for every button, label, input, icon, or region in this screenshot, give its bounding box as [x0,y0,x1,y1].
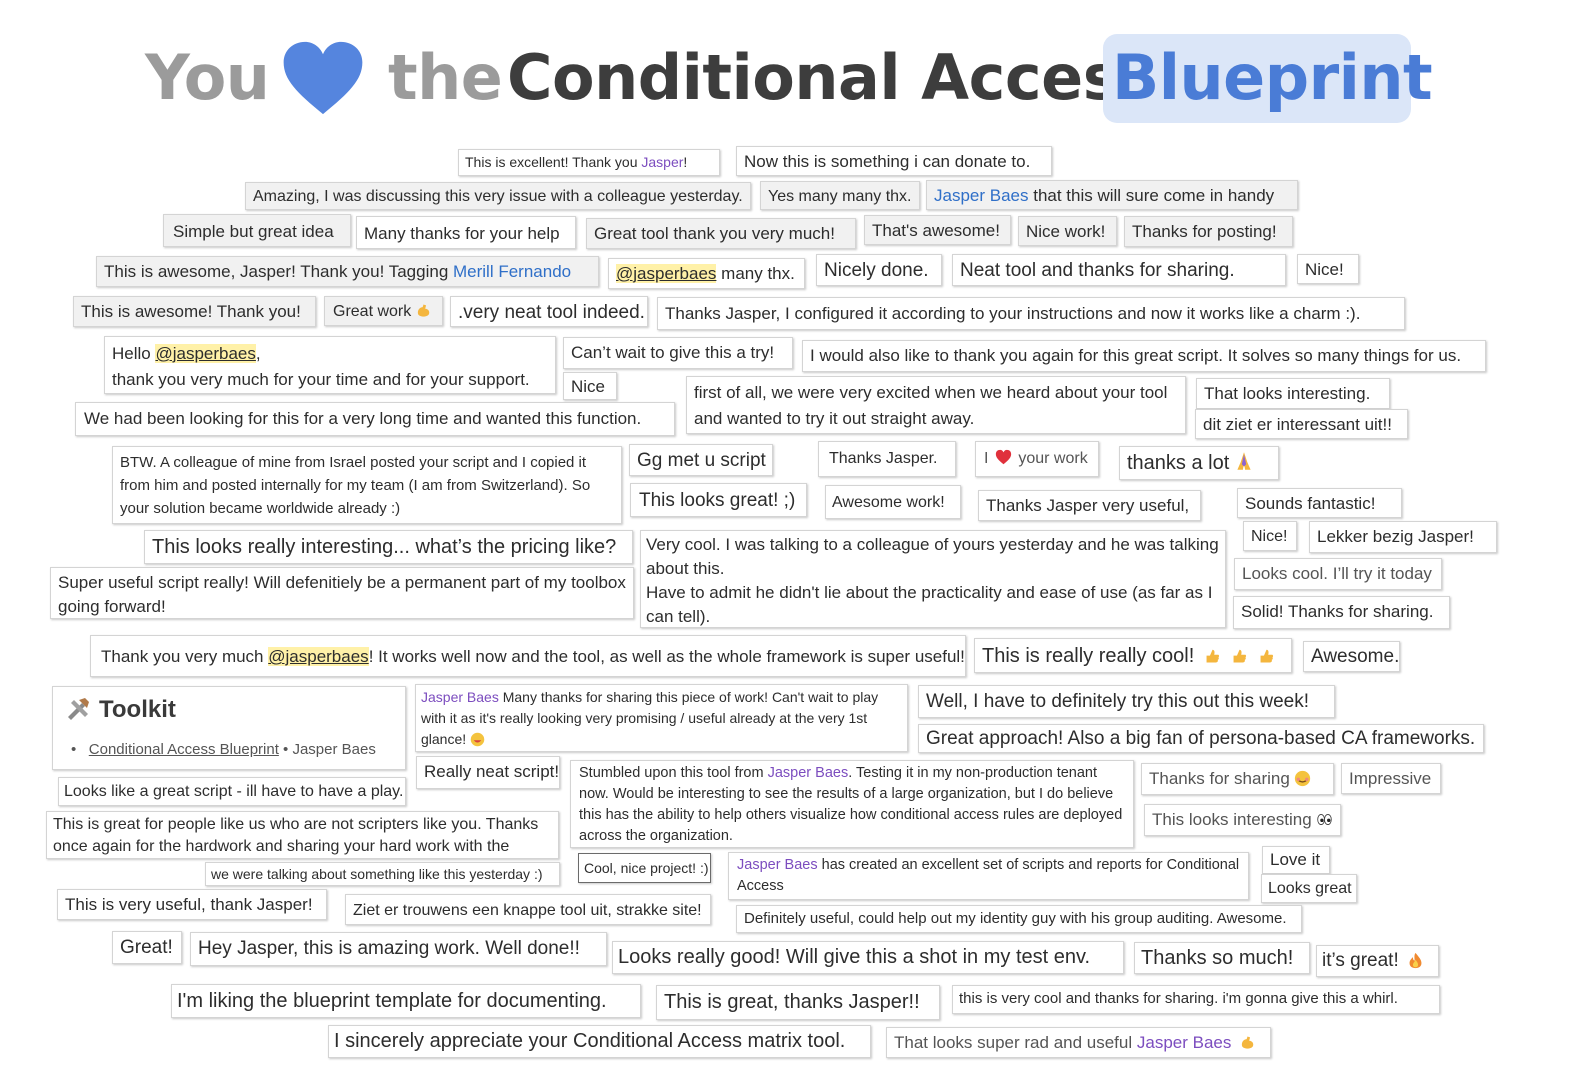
comment-note: Lekker bezig Jasper! [1309,521,1497,553]
heart-icon [283,41,363,115]
comment-note: Hello @jasperbaes, thank you very much fo… [104,336,556,394]
comment-note: Simple but great idea [163,214,351,247]
comment-note: Sounds fantastic! [1237,488,1402,518]
comment-note: Solid! Thanks for sharing. [1233,596,1450,629]
comment-note: Thanks for posting! [1124,216,1293,247]
comment-note: Awesome. [1303,641,1400,672]
comment-note: Great work [324,296,443,326]
comment-note: I'm liking the blueprint template for do… [171,984,641,1018]
comment-note: That's awesome! [864,215,1011,245]
comment-note: Looks cool. I’ll try it today [1234,558,1442,590]
title-conditional-access: Conditional Access [507,41,1156,114]
tools-icon [68,698,89,720]
comment-note: Stumbled upon this tool from Jasper Baes… [570,760,1134,848]
comment-note: Looks great [1261,874,1357,903]
blush-emoji [1294,770,1310,787]
comment-note: I would also like to thank you again for… [802,340,1486,372]
pray-emoji [1237,452,1251,470]
comment-note: first of all, we were very excited when … [686,376,1186,434]
fire-emoji [1409,952,1422,969]
page-title: You the Conditional Access Blueprint [0,30,1569,130]
comment-note: .very neat tool indeed. [450,296,648,327]
comment-note: Looks really good! Will give this a shot… [612,941,1124,974]
comment-note: Nice! [1297,254,1359,284]
comment-note: This is excellent! Thank you Jasper! [458,149,720,176]
comment-note: This is awesome! Thank you! [73,296,316,327]
comment-note: dit ziet er interessant uit!! [1195,409,1408,439]
comment-note: thanks a lot [1119,446,1279,480]
comment-note: Really neat script! [416,756,560,789]
comment-note: Awesome work! [825,485,961,519]
comment-note: Amazing, I was discussing this very issu… [245,182,751,210]
comment-note: This looks great! ;) [630,483,807,517]
comment-note: This is really really cool! [974,638,1292,673]
comment-note: Looks like a great script - ill have to … [58,777,406,806]
thumbs-up-emoji [1233,649,1247,663]
comment-note: Ziet er trouwens een knappe tool uit, st… [345,894,711,925]
comment-note: I your work [975,441,1099,477]
comment-note: it’s great! [1316,945,1439,977]
toolkit-card: Toolkit • Conditional Access Blueprint •… [52,686,406,770]
thumbs-up-emoji [1260,649,1274,663]
comment-note: we were talking about something like thi… [205,862,560,886]
comment-note: Many thanks for your help [356,216,576,249]
comment-note: Now this is something i can donate to. [736,146,1052,176]
comment-note: Jasper Baes that this will sure come in … [926,180,1298,210]
comment-note: Very cool. I was talking to a colleague … [640,530,1226,628]
title-you: You [145,41,270,114]
comment-note: Thanks Jasper, I configured it according… [657,297,1405,330]
toolkit-title: Toolkit [65,695,176,725]
comment-note: Can’t wait to give this a try! [563,337,793,369]
comment-note: Nice work! [1018,216,1117,246]
comment-note: This is great for people like us who are… [46,811,559,859]
comment-note: Thanks for sharing [1141,763,1334,795]
muscle-emoji [418,304,430,317]
blueprint-link[interactable]: Conditional Access Blueprint [89,741,279,758]
comment-note: Super useful script really! Will defenit… [50,567,634,619]
comment-note: That looks super rad and useful Jasper B… [886,1027,1271,1058]
title-blueprint: Blueprint [1112,41,1433,114]
comment-note: this is very cool and thanks for sharing… [952,985,1440,1014]
comment-note: Thanks Jasper very useful, [978,490,1201,521]
comment-note: Great approach! Also a big fan of person… [918,724,1484,753]
comment-note: Great! [112,931,182,964]
comment-note: Yes many many thx. [760,181,920,210]
comment-note: We had been looking for this for a very … [75,402,675,436]
thumbs-up-emoji [1206,649,1220,663]
title-the: the [388,41,503,114]
comment-note: Jasper Baes Many thanks for sharing this… [415,684,908,752]
comment-note: Thanks Jasper. [818,441,956,477]
red-heart-emoji [995,449,1012,465]
comment-note: Great tool thank you very much! [586,218,856,249]
comment-note: Hey Jasper, this is amazing work. Well d… [190,932,607,966]
comment-note: This is great, thanks Jasper!! [656,985,940,1020]
comment-note: I sincerely appreciate your Conditional … [328,1025,871,1058]
comment-note: Nicely done. [816,254,942,286]
comment-note: This looks really interesting... what’s … [144,530,633,564]
comment-note: Gg met u script [629,444,773,476]
comment-note: Love it [1262,846,1330,874]
comment-note: Cool, nice project! :) [578,853,711,883]
comment-note: This looks interesting [1144,804,1341,836]
comment-note: That looks interesting. [1196,378,1390,409]
comment-note: Jasper Baes has created an excellent set… [728,852,1249,900]
comment-note: This is awesome, Jasper! Thank you! Tagg… [96,256,599,287]
eyes-emoji [1316,813,1332,826]
comment-note: BTW. A colleague of mine from Israel pos… [112,446,622,524]
grin-emoji [470,732,485,747]
comment-note: Impressive [1341,763,1441,794]
comment-note: Thanks so much! [1134,942,1310,974]
comment-note: Neat tool and thanks for sharing. [952,254,1286,286]
comment-note: Definitely useful, could help out my ide… [736,905,1302,933]
comment-note: Nice [563,372,617,400]
comment-note: Well, I have to definitely try this out … [918,685,1335,718]
comment-note: Nice! [1243,521,1297,551]
muscle-emoji [1242,1036,1254,1049]
comment-note: @jasperbaes many thx. [608,258,805,289]
comment-note: Thank you very much @jasperbaes! It work… [90,635,966,677]
comment-note: This is very useful, thank Jasper! [57,889,327,920]
toolkit-list-item: • Conditional Access Blueprint • Jasper … [71,741,376,758]
